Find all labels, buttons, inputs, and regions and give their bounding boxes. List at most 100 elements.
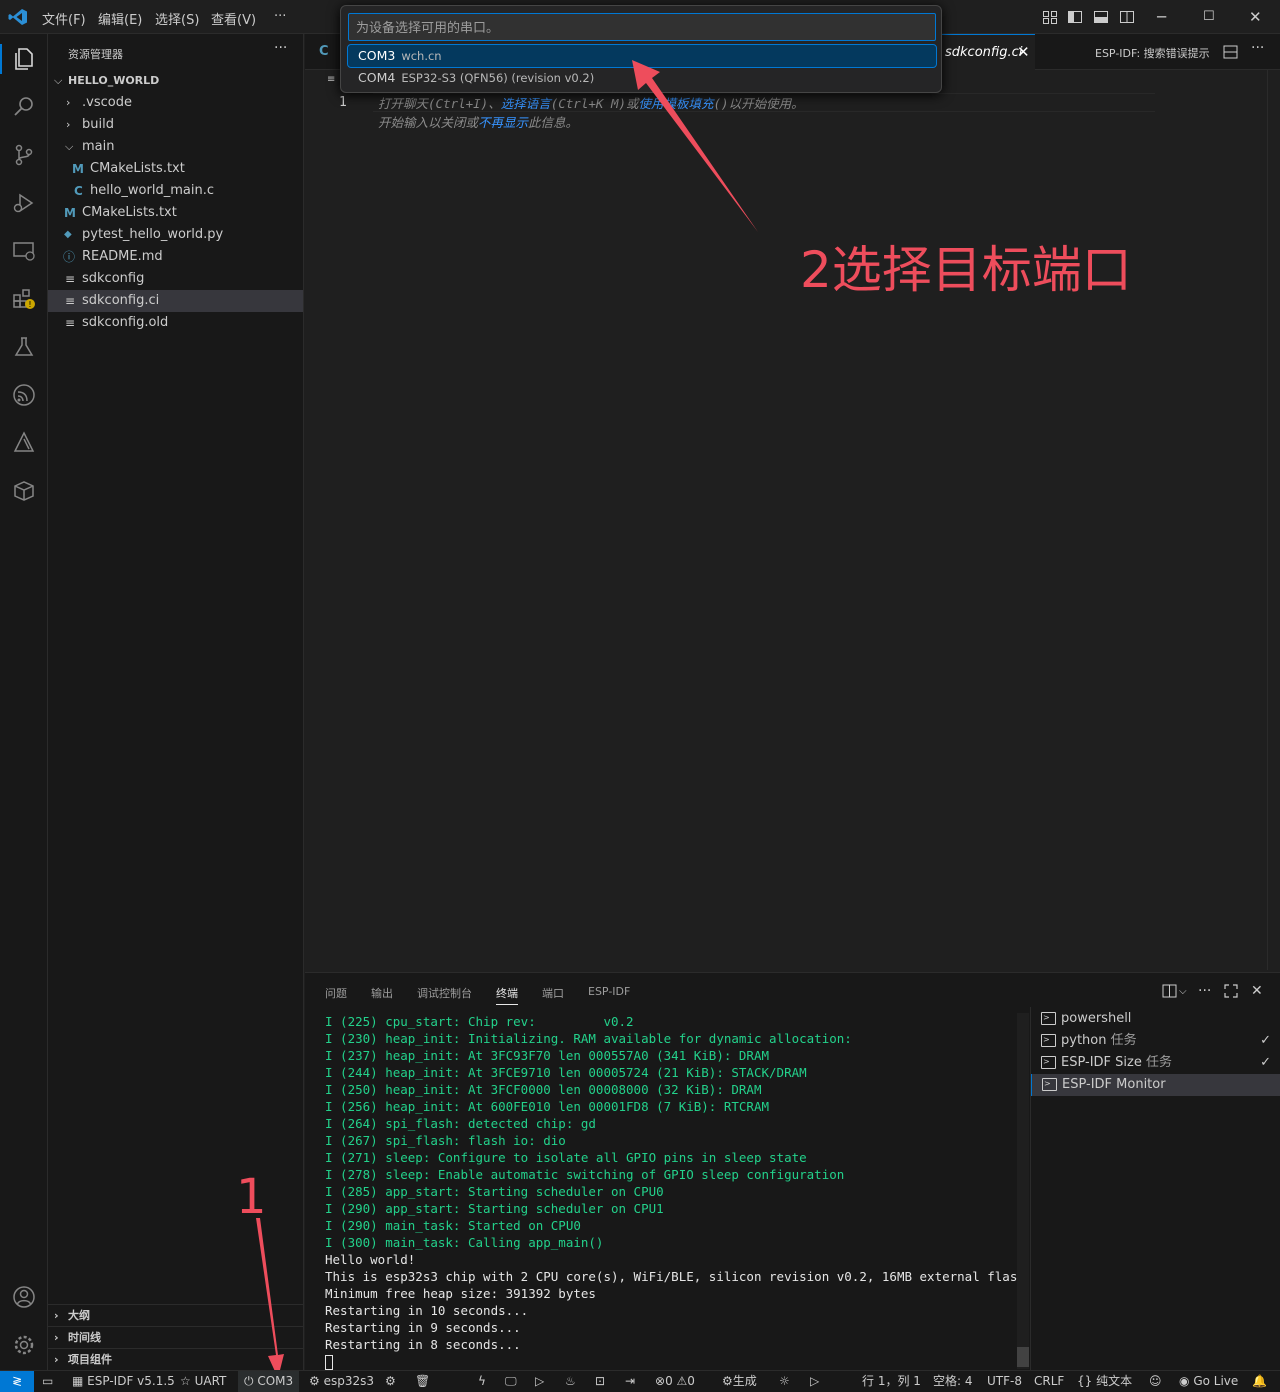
tree-item-pytest[interactable]: ◆ pytest_hello_world.py [48,224,303,246]
line-ending[interactable]: CRLF [1034,1371,1064,1392]
terminal-item-python[interactable]: > python 任务 ✓ [1031,1030,1280,1052]
menu-more[interactable]: ··· [274,9,286,24]
menu-selection[interactable]: 选择(S) [155,9,199,28]
terminal-item-esp-idf-monitor[interactable]: > ESP-IDF Monitor [1031,1074,1280,1096]
monitor-icon[interactable]: 🖵 [505,1371,517,1392]
serial-port-selector[interactable]: ⏻ COM3 [238,1371,300,1392]
minimize-button[interactable]: ─ [1157,8,1166,26]
tree-item-main-cmakelists[interactable]: M CMakeLists.txt [48,158,303,180]
tab-terminal[interactable]: 终端 [496,985,518,1005]
container-icon[interactable] [11,478,37,504]
explorer-icon[interactable] [11,46,37,72]
target-selector[interactable]: ⚙ esp32s3 [309,1371,374,1392]
flash-method[interactable]: ☆ UART [180,1371,226,1392]
accounts-icon[interactable] [11,1284,37,1310]
run-task-icon[interactable]: ⇥ [625,1371,635,1392]
explorer-more-button[interactable]: ··· [274,40,287,56]
quick-pick-input[interactable] [348,13,936,41]
tree-item-hello-world-main[interactable]: C hello_world_main.c [48,180,303,202]
close-panel-icon[interactable]: ✕ [1251,983,1263,999]
tree-item-sdkconfig[interactable]: ≡ sdkconfig [48,268,303,290]
debug-icon[interactable]: ▷ [535,1371,544,1392]
toggle-panel-icon[interactable] [1093,9,1109,25]
terminal-icon[interactable]: ⊡ [595,1371,605,1392]
tab-problems[interactable]: 问题 [325,985,347,1001]
terminal-scrollbar[interactable] [1017,1013,1029,1369]
build-label: 生成 [732,1374,757,1388]
port-option-com4[interactable]: COM4 ESP32-S3 (QFN56) (revision v0.2) [348,67,936,89]
port-option-com3[interactable]: COM3 wch.cn [347,44,937,68]
full-clean-trash-icon[interactable]: 🗑 [415,1371,430,1392]
copilot-icon[interactable]: ☺ [1149,1371,1162,1392]
testing-flask-icon[interactable] [11,334,37,360]
go-live-button[interactable]: ◉ Go Live [1179,1371,1238,1392]
terminal-item-esp-idf-size[interactable]: > ESP-IDF Size 任务 ✓ [1031,1052,1280,1074]
dont-show-again-link[interactable]: 不再显示 [478,115,528,130]
toggle-sidebar-icon[interactable] [1067,9,1083,25]
problems-indicator[interactable]: ⊗0 ⚠0 [655,1371,695,1392]
section-project-components[interactable]: › 项目组件 [48,1348,303,1370]
tab-esp-idf[interactable]: ESP-IDF [588,985,630,998]
cursor-position[interactable]: 行 1，列 1 [862,1371,921,1392]
tree-item-vscode[interactable]: › .vscode [48,92,303,114]
workspace-folder-icon[interactable]: ▭ [42,1371,53,1392]
menu-edit[interactable]: 编辑(E) [98,9,142,28]
chevron-down-icon[interactable]: ⌵ [1179,986,1187,997]
close-tab-icon[interactable]: ✕ [1017,43,1030,61]
run-play-icon[interactable]: ▷ [810,1371,819,1392]
notifications-bell-icon[interactable]: 🔔 [1252,1371,1267,1392]
esp-idf-version[interactable]: ▦ ESP-IDF v5.1.5 [72,1371,175,1392]
remote-indicator-icon[interactable]: ≷ [0,1371,34,1392]
remote-explorer-icon[interactable] [11,238,37,264]
c-file-icon[interactable]: C [319,44,329,59]
tree-item-sdkconfig-ci[interactable]: ≡ sdkconfig.ci [48,290,303,312]
encoding[interactable]: UTF-8 [987,1371,1022,1392]
indentation[interactable]: 空格: 4 [933,1371,973,1392]
sdk-config-gear-icon[interactable]: ⚙ [385,1371,396,1392]
customize-layout-icon[interactable] [1042,9,1058,25]
fill-template-link[interactable]: 使用模板填充 [639,96,714,111]
esp-idf-search-error-hint[interactable]: ESP-IDF: 搜索错误提示 [1095,45,1210,61]
extensions-icon[interactable]: ! [11,286,37,312]
tree-item-build[interactable]: › build [48,114,303,136]
tab-output[interactable]: 输出 [371,985,393,1001]
flash-bolt-icon[interactable]: ϟ [478,1371,486,1392]
breadcrumb-file-icon[interactable]: ≡ [327,74,335,85]
editor-more-icon[interactable]: ··· [1251,40,1264,56]
select-language-link[interactable]: 选择语言 [501,96,551,111]
toggle-secondary-sidebar-icon[interactable] [1119,9,1135,25]
split-editor-icon[interactable] [1223,45,1238,59]
panel-more-icon[interactable]: ··· [1198,983,1211,999]
idf-component-icon[interactable] [11,430,37,456]
search-icon[interactable] [11,94,37,120]
tree-item-readme[interactable]: ⓘ README.md [48,246,303,268]
settings-gear-icon[interactable] [11,1332,37,1358]
debug-bug-icon[interactable]: ☼ [779,1371,790,1392]
tree-item-main[interactable]: ⌵ main [48,136,303,158]
run-debug-icon[interactable] [11,190,37,216]
tab-ports[interactable]: 端口 [542,985,564,1001]
maximize-panel-icon[interactable] [1224,984,1238,998]
scrollbar-thumb[interactable] [1017,1347,1029,1367]
tree-item-sdkconfig-old[interactable]: ≡ sdkconfig.old [48,312,303,334]
build-flash-monitor-icon[interactable]: ♨ [565,1371,576,1392]
espressif-icon[interactable] [11,382,37,408]
section-outline[interactable]: › 大纲 [48,1304,303,1326]
terminal-output[interactable]: I (225) cpu_start: Chip rev: v0.2 I (230)… [325,1013,1025,1370]
build-button[interactable]: ⚙生成 [722,1371,757,1392]
split-terminal-icon[interactable] [1162,984,1177,998]
tab-sdkconfig-ci[interactable]: sdkconfig.ci ✕ [935,34,1035,70]
tree-root[interactable]: ⌵ HELLO_WORLD [48,70,303,92]
source-control-icon[interactable] [11,142,37,168]
section-timeline[interactable]: › 时间线 [48,1326,303,1348]
tree-item-root-cmakelists[interactable]: M CMakeLists.txt [48,202,303,224]
close-window-button[interactable]: ✕ [1249,8,1262,26]
menu-view[interactable]: 查看(V) [211,9,256,28]
menu-file[interactable]: 文件(F) [42,9,86,28]
terminal-item-powershell[interactable]: > powershell [1031,1008,1280,1030]
editor-scrollbar-track[interactable] [1267,70,1268,970]
tab-debug-console[interactable]: 调试控制台 [417,985,472,1001]
language-mode[interactable]: {} 纯文本 [1077,1371,1132,1392]
terminal-cursor[interactable] [325,1353,1015,1370]
maximize-button[interactable]: ☐ [1203,9,1215,24]
